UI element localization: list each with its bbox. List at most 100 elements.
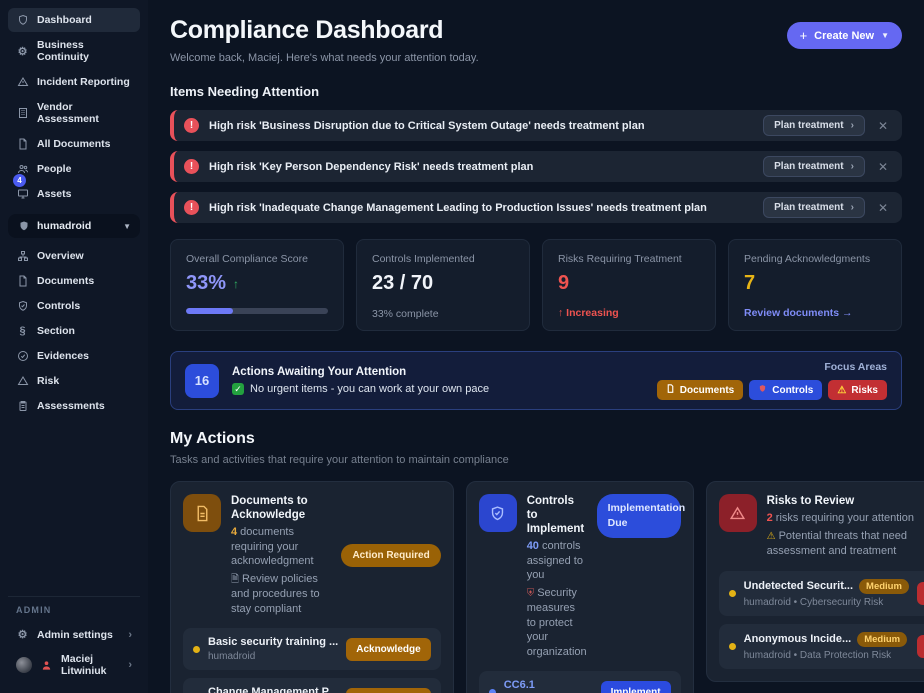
sidebar-item-label: Business Continuity (37, 39, 132, 63)
sidebar-item-documents[interactable]: Documents (8, 269, 140, 293)
sidebar-item-assets[interactable]: Assets (8, 182, 140, 206)
sidebar-item-assessments[interactable]: Assessments (8, 394, 140, 418)
sidebar-item-label: Controls (37, 300, 80, 312)
sidebar-item-incident-reporting[interactable]: Incident Reporting (8, 70, 140, 94)
stats-row: Overall Compliance Score 33% ↑ Controls … (170, 239, 902, 331)
risk-list-item: Anonymous Incide... Medium humadroid • D… (719, 624, 924, 669)
warning-triangle-icon (16, 375, 29, 387)
implement-button[interactable]: Implement (601, 681, 671, 693)
shield-icon (758, 384, 767, 396)
item-meta: humadroid • Data Protection Risk (744, 650, 909, 661)
warning-triangle-icon: ⚠ (767, 531, 776, 542)
plan-treatment-label: Plan treatment (774, 120, 843, 131)
arrow-up-icon: ↑ (233, 277, 239, 291)
acknowledge-button[interactable]: Acknowledge (346, 688, 430, 693)
chevron-right-icon: › (851, 120, 854, 131)
stat-value: 7 (744, 272, 886, 295)
severity-badge: Medium (857, 632, 907, 647)
alert-row: ! High risk 'Business Disruption due to … (170, 110, 902, 141)
stat-value: 33% ↑ (186, 272, 328, 295)
create-new-label: Create New (814, 30, 874, 42)
close-icon[interactable]: ✕ (878, 119, 888, 133)
banner-title: Actions Awaiting Your Attention (232, 366, 489, 378)
file-icon (16, 275, 29, 287)
stat-value: 9 (558, 272, 700, 295)
stat-label: Risks Requiring Treatment (558, 253, 700, 265)
stat-card-pending-acknowledgments: Pending Acknowledgments 7 Review documen… (728, 239, 902, 331)
sidebar-item-dashboard[interactable]: Dashboard (8, 8, 140, 32)
actions-banner: 16 Actions Awaiting Your Attention ✓ No … (170, 351, 902, 410)
sidebar-item-risk[interactable]: Risk (8, 369, 140, 393)
section-icon: § (16, 325, 29, 337)
action-cards: Documents to Acknowledge 4 documents req… (170, 481, 902, 693)
sidebar-item-controls[interactable]: Controls (8, 294, 140, 318)
sidebar-item-vendor-assessment[interactable]: Vendor Assessment (8, 95, 140, 131)
sidebar-item-label: Vendor Assessment (37, 101, 132, 125)
card-description: 4 documents requiring your acknowledgmen… (231, 525, 331, 569)
plan-treatment-label: Plan treatment (774, 161, 843, 172)
admin-settings-label: Admin settings (37, 629, 113, 641)
gear-icon: ⚙ (16, 45, 29, 58)
alert-row: ! High risk 'Inadequate Change Managemen… (170, 192, 902, 223)
focus-risks-button[interactable]: ⚠ Risks (828, 380, 887, 400)
item-title: Change Management P... (208, 686, 338, 693)
sidebar-item-overview[interactable]: Overview (8, 244, 140, 268)
card-title: Controls to Implement (527, 494, 587, 536)
sidebar-item-label: Documents (37, 275, 94, 287)
sidebar-item-label: Risk (37, 375, 59, 387)
alert-text: High risk 'Inadequate Change Management … (209, 202, 763, 214)
file-icon (666, 384, 675, 396)
focus-controls-button[interactable]: Controls (749, 380, 822, 400)
close-icon[interactable]: ✕ (878, 201, 888, 215)
actions-count-badge: 16 (185, 364, 219, 398)
close-icon[interactable]: ✕ (878, 160, 888, 174)
chevron-down-icon: ▼ (123, 222, 131, 231)
item-title: Anonymous Incide... (744, 633, 852, 645)
gear-icon: ⚙ (16, 628, 29, 641)
sidebar-item-all-documents[interactable]: All Documents (8, 132, 140, 156)
focus-documents-button[interactable]: Documents (657, 380, 743, 400)
plan-treatment-button[interactable]: Plan treatment › (763, 115, 865, 136)
shield-check-icon (479, 494, 517, 532)
sidebar-item-evidences[interactable]: Evidences (8, 344, 140, 368)
create-new-button[interactable]: + Create New ▼ (787, 22, 902, 49)
plan-treatment-label: Plan treatment (774, 202, 843, 213)
focus-areas-label: Focus Areas (657, 361, 887, 373)
severity-badge: Medium (859, 579, 909, 594)
stat-trend: ↑ Increasing (558, 307, 700, 319)
sidebar-item-user-profile[interactable]: Maciej Litwiniuk › (8, 647, 140, 683)
alert-exclamation-icon: ! (184, 159, 199, 174)
check-circle-icon (16, 350, 29, 362)
review-button[interactable]: Review (917, 635, 924, 658)
plan-treatment-button[interactable]: Plan treatment › (763, 197, 865, 218)
stat-value: 23 / 70 (372, 272, 514, 295)
check-icon: ✓ (232, 383, 244, 395)
org-selector[interactable]: humadroid ▼ (8, 214, 140, 238)
acknowledge-button[interactable]: Acknowledge (346, 638, 430, 661)
warning-triangle-icon (16, 76, 29, 88)
sidebar-item-label: Overview (37, 250, 84, 262)
item-meta: humadroid • Cybersecurity Risk (744, 597, 909, 608)
sidebar-item-label: Dashboard (37, 14, 92, 26)
sidebar-item-business-continuity[interactable]: ⚙ Business Continuity (8, 33, 140, 69)
chevron-down-icon: ▼ (881, 31, 889, 40)
status-dot (729, 590, 736, 597)
plan-treatment-button[interactable]: Plan treatment › (763, 156, 865, 177)
status-dot (489, 689, 496, 693)
sidebar-item-section[interactable]: § Section (8, 319, 140, 343)
risks-to-review-card: Risks to Review 2 risks requiring your a… (706, 481, 924, 682)
sidebar-item-admin-settings[interactable]: ⚙ Admin settings › (8, 622, 140, 647)
alert-row: ! High risk 'Key Person Dependency Risk'… (170, 151, 902, 182)
chevron-right-icon: › (128, 629, 132, 641)
documents-to-acknowledge-card: Documents to Acknowledge 4 documents req… (170, 481, 454, 693)
sidebar-item-people[interactable]: People 4 (8, 157, 140, 181)
item-org: humadroid (208, 651, 338, 662)
card-description: 2 risks requiring your attention (767, 511, 924, 526)
card-note: ⛨Security measures to protect your organ… (527, 586, 587, 660)
review-button[interactable]: Review (917, 582, 924, 605)
page-title: Compliance Dashboard (170, 16, 479, 45)
alert-exclamation-icon: ! (184, 200, 199, 215)
alert-text: High risk 'Business Disruption due to Cr… (209, 120, 763, 132)
status-dot (193, 646, 200, 653)
review-documents-link[interactable]: Review documents → (744, 307, 886, 319)
